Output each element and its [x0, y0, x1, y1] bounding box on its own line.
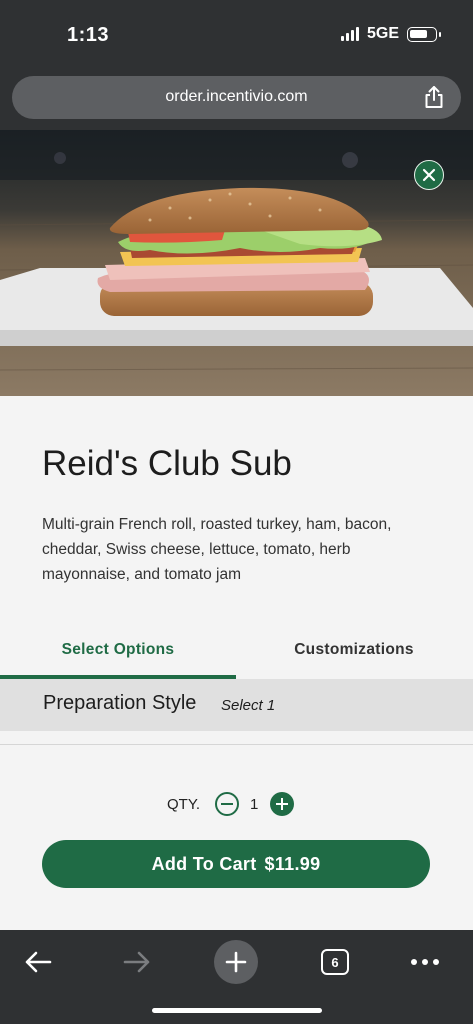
- signal-icon: [340, 27, 359, 41]
- tab-customizations[interactable]: Customizations: [236, 628, 472, 680]
- new-tab-button[interactable]: [214, 940, 258, 984]
- back-button[interactable]: [16, 940, 60, 984]
- forward-button[interactable]: [115, 940, 159, 984]
- close-icon: [422, 168, 436, 182]
- add-to-cart-button[interactable]: Add To Cart $11.99: [42, 840, 430, 888]
- more-dots-icon: [411, 959, 439, 965]
- section-requirement: Select 1: [221, 697, 276, 714]
- quantity-value: 1: [250, 796, 259, 813]
- tab-switcher-button[interactable]: 6: [313, 940, 357, 984]
- status-bar: 1:13 5GE: [0, 0, 473, 68]
- share-icon[interactable]: [421, 84, 447, 110]
- battery-icon: [407, 26, 441, 42]
- close-button[interactable]: [414, 160, 444, 190]
- option-tabs: Select Options Customizations: [0, 628, 473, 680]
- item-detail-panel: Reid's Club Sub Multi-grain French roll,…: [0, 396, 473, 930]
- address-bar[interactable]: order.incentivio.com: [12, 76, 461, 119]
- arrow-right-icon: [123, 951, 150, 973]
- increase-quantity-button[interactable]: [270, 792, 294, 816]
- item-description: Multi-grain French roll, roasted turkey,…: [42, 516, 392, 583]
- add-to-cart-label: Add To Cart: [151, 853, 257, 874]
- status-time: 1:13: [67, 24, 110, 46]
- tab-count: 6: [321, 949, 349, 975]
- status-indicators: 5GE: [340, 25, 441, 43]
- quantity-stepper: QTY. 1: [0, 792, 473, 818]
- divider: [0, 744, 473, 745]
- network-type: 5GE: [366, 25, 399, 42]
- sandwich-photo: [0, 130, 473, 396]
- decrease-quantity-button[interactable]: [215, 792, 239, 816]
- quantity-label: QTY.: [167, 796, 201, 813]
- browser-toolbar: 6: [0, 930, 473, 1024]
- add-to-cart-price: $11.99: [264, 853, 321, 874]
- preparation-style-section[interactable]: Preparation Style Select 1: [0, 679, 473, 731]
- arrow-left-icon: [25, 951, 52, 973]
- section-title: Preparation Style: [43, 692, 197, 714]
- item-photo: [0, 130, 473, 396]
- home-indicator[interactable]: [152, 1008, 322, 1013]
- plus-icon: [225, 951, 247, 973]
- tab-select-options[interactable]: Select Options: [0, 628, 236, 680]
- item-title: Reid's Club Sub: [42, 444, 292, 483]
- url-text: order.incentivio.com: [165, 88, 308, 105]
- more-menu-button[interactable]: [403, 940, 447, 984]
